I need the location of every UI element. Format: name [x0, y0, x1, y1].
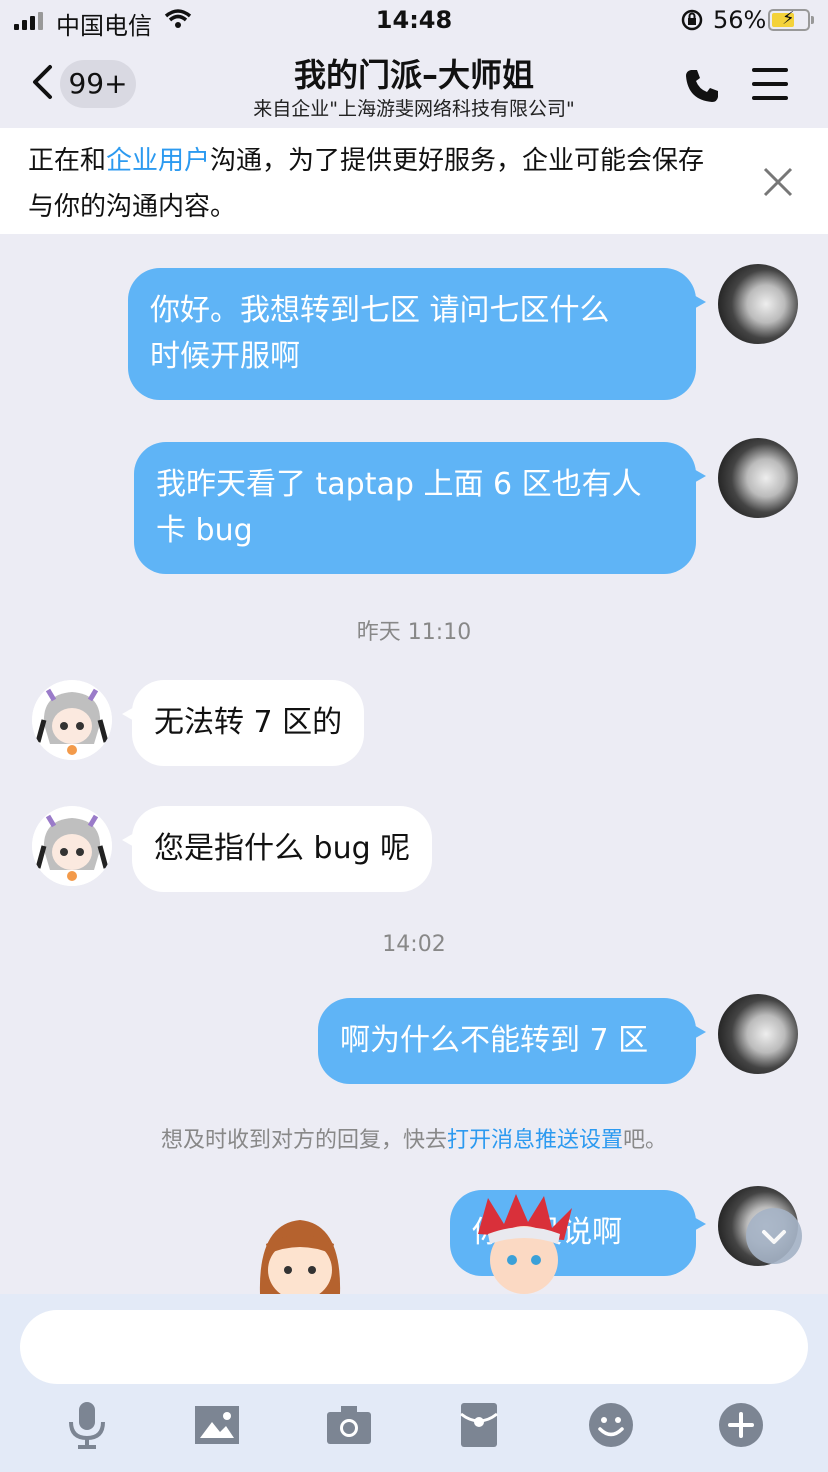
- close-notice-button[interactable]: [760, 164, 796, 200]
- message-bubble[interactable]: 啊为什么不能转到 7 区: [318, 998, 706, 1084]
- battery-cap: [811, 16, 814, 24]
- chevron-down-icon: [762, 1230, 786, 1244]
- image-button[interactable]: [192, 1400, 242, 1450]
- message-list[interactable]: 你好。我想转到七区 请问七区什么 时候开服啊 我昨天看了 taptap 上面 6 …: [0, 234, 828, 1294]
- sticker-girl[interactable]: [252, 1214, 348, 1294]
- voice-button[interactable]: [62, 1400, 112, 1450]
- more-menu-button[interactable]: [752, 68, 788, 100]
- notice-text: 正在和企业用户沟通，为了提供更好服务，企业可能会保存与你的沟通内容。: [28, 146, 705, 222]
- avatar-me[interactable]: [718, 264, 798, 344]
- smiley-icon: [589, 1403, 633, 1447]
- message-bubble[interactable]: 您是指什么 bug 呢: [121, 806, 433, 892]
- microphone-icon: [69, 1402, 105, 1449]
- enterprise-user-link[interactable]: 企业用户: [106, 146, 210, 176]
- open-push-settings-link[interactable]: 打开消息推送设置: [447, 1128, 623, 1153]
- message-bubble[interactable]: 我昨天看了 taptap 上面 6 区也有人卡 bug: [134, 442, 706, 574]
- phone-call-button[interactable]: [682, 66, 722, 106]
- phone-icon: [686, 70, 718, 102]
- composer-toolbar: [0, 1400, 828, 1460]
- message-bubble[interactable]: 你好。我想转到七区 请问七区什么 时候开服啊: [128, 268, 706, 400]
- composer: [0, 1294, 828, 1472]
- chat-header: 99+ 我的门派–大师姐 来自企业"上海游斐网络科技有限公司": [0, 42, 828, 128]
- sticker-character[interactable]: [468, 1194, 580, 1294]
- rotation-lock-icon: [680, 8, 704, 38]
- message-bubble[interactable]: 无法转 7 区的: [121, 680, 365, 766]
- battery-icon: ⚡: [768, 8, 810, 31]
- menu-icon: [752, 68, 788, 72]
- image-icon: [195, 1406, 239, 1444]
- more-actions-button[interactable]: [716, 1400, 766, 1450]
- status-bar: 中国电信 14:48 56% ⚡: [0, 0, 828, 42]
- plus-icon: [719, 1403, 763, 1447]
- avatar-me[interactable]: [718, 994, 798, 1074]
- avatar-agent[interactable]: [32, 680, 112, 760]
- avatar-agent[interactable]: [32, 806, 112, 886]
- enterprise-notice-banner: 正在和企业用户沟通，为了提供更好服务，企业可能会保存与你的沟通内容。: [0, 128, 828, 234]
- battery-percent: 56%: [713, 6, 767, 34]
- camera-icon: [327, 1406, 371, 1444]
- camera-button[interactable]: [324, 1400, 374, 1450]
- avatar-me[interactable]: [718, 438, 798, 518]
- red-packet-button[interactable]: [454, 1400, 504, 1450]
- push-notification-hint: 想及时收到对方的回复，快去打开消息推送设置吧。: [160, 1128, 668, 1153]
- emoji-button[interactable]: [586, 1400, 636, 1450]
- red-packet-icon: [460, 1403, 498, 1447]
- timestamp: 14:02: [382, 932, 446, 957]
- close-icon: [763, 167, 793, 197]
- scroll-to-bottom-button[interactable]: [746, 1208, 802, 1264]
- message-input[interactable]: [20, 1310, 808, 1384]
- timestamp: 昨天 11:10: [356, 620, 472, 645]
